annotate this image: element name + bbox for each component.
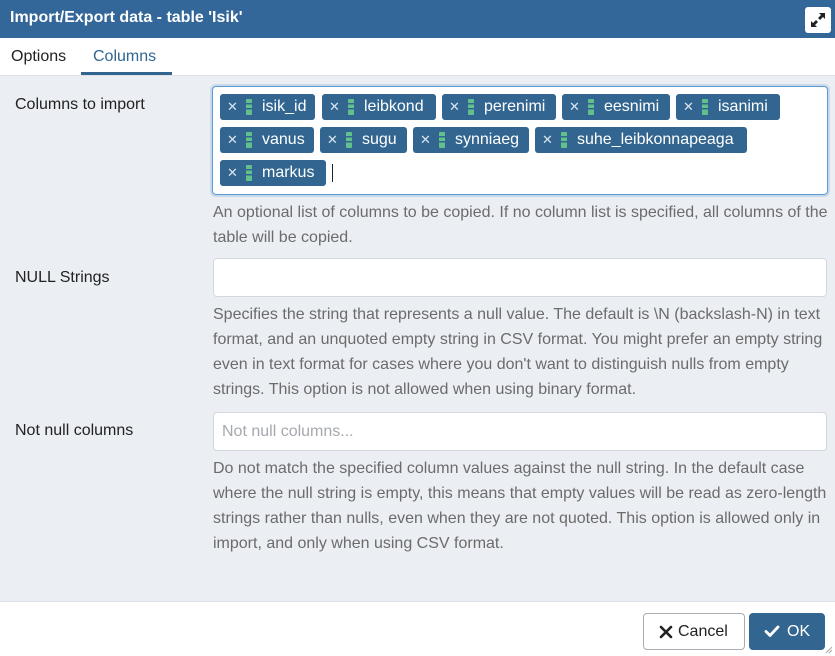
column-tag: ✕ markus xyxy=(220,160,326,186)
column-tag: ✕ sugu xyxy=(320,127,407,153)
column-tag: ✕ synniaeg xyxy=(413,127,529,153)
column-tag-label: markus xyxy=(262,164,315,181)
column-tag-label: isanimi xyxy=(718,98,768,115)
columns-to-import-help: An optional list of columns to be copied… xyxy=(213,204,828,246)
column-tag-label: isik_id xyxy=(262,98,307,115)
remove-tag-icon[interactable]: ✕ xyxy=(227,132,238,148)
column-tag-label: sugu xyxy=(362,131,397,148)
remove-tag-icon[interactable]: ✕ xyxy=(683,99,694,115)
column-icon xyxy=(468,99,474,115)
text-caret xyxy=(332,164,333,182)
column-icon xyxy=(702,99,708,115)
remove-tag-icon[interactable]: ✕ xyxy=(420,132,431,148)
column-icon xyxy=(346,132,352,148)
column-tag: ✕ isik_id xyxy=(220,94,315,120)
column-tag: ✕ isanimi xyxy=(676,94,780,120)
check-icon xyxy=(764,625,780,637)
column-tag-label: vanus xyxy=(262,131,305,148)
column-tag: ✕ perenimi xyxy=(442,94,556,120)
columns-to-import-label: Columns to import xyxy=(15,96,145,113)
not-null-columns-input[interactable] xyxy=(214,413,826,450)
remove-tag-icon[interactable]: ✕ xyxy=(542,132,553,148)
column-tag-label: suhe_leibkonnapeaga xyxy=(577,131,734,148)
column-tag: ✕ leibkond xyxy=(322,94,436,120)
remove-tag-icon[interactable]: ✕ xyxy=(569,99,580,115)
not-null-columns-label: Not null columns xyxy=(15,422,134,439)
tab-bar: Options Columns xyxy=(0,38,835,76)
dialog-footer: Cancel OK xyxy=(0,601,835,656)
remove-tag-icon[interactable]: ✕ xyxy=(449,99,460,115)
null-strings-field xyxy=(213,258,827,297)
ok-button[interactable]: OK xyxy=(749,613,825,650)
column-tag-label: eesnimi xyxy=(604,98,660,115)
column-icon xyxy=(348,99,354,115)
column-tag: ✕ suhe_leibkonnapeaga xyxy=(535,127,747,153)
column-tag-label: leibkond xyxy=(364,98,424,115)
cancel-button-label: Cancel xyxy=(678,623,728,640)
column-tag-label: synniaeg xyxy=(455,131,520,148)
tab-options[interactable]: Options xyxy=(11,48,66,66)
null-strings-label: NULL Strings xyxy=(15,269,110,286)
dialog-titlebar: Import/Export data - table 'Isik' xyxy=(0,0,835,38)
column-icon xyxy=(246,132,252,148)
expand-icon xyxy=(811,13,825,27)
column-tag-label: perenimi xyxy=(484,98,546,115)
null-strings-help: Specifies the string that represents a n… xyxy=(213,306,823,398)
column-icon xyxy=(246,165,252,181)
column-icon xyxy=(439,132,445,148)
cancel-button[interactable]: Cancel xyxy=(643,613,745,650)
remove-tag-icon[interactable]: ✕ xyxy=(327,132,338,148)
remove-tag-icon[interactable]: ✕ xyxy=(227,99,238,115)
tab-columns[interactable]: Columns xyxy=(93,48,156,66)
maximize-button[interactable] xyxy=(805,7,831,33)
column-tag: ✕ vanus xyxy=(220,127,314,153)
null-strings-input[interactable] xyxy=(214,259,826,296)
column-icon xyxy=(588,99,594,115)
dialog-title: Import/Export data - table 'Isik' xyxy=(10,9,243,26)
dialog-content: Columns to import ✕ isik_id ✕ leibkond ✕… xyxy=(0,76,835,601)
active-tab-indicator xyxy=(81,72,172,75)
resize-grip-icon[interactable] xyxy=(825,646,833,654)
not-null-columns-field xyxy=(213,412,827,451)
remove-tag-icon[interactable]: ✕ xyxy=(329,99,340,115)
column-icon xyxy=(246,99,252,115)
close-icon xyxy=(659,625,673,639)
columns-to-import-select[interactable]: ✕ isik_id ✕ leibkond ✕ perenimi ✕ eesnim… xyxy=(212,86,828,195)
not-null-columns-help: Do not match the specified column values… xyxy=(213,460,827,552)
remove-tag-icon[interactable]: ✕ xyxy=(227,165,238,181)
column-tag: ✕ eesnimi xyxy=(562,94,670,120)
column-icon xyxy=(561,132,567,148)
ok-button-label: OK xyxy=(787,623,811,640)
